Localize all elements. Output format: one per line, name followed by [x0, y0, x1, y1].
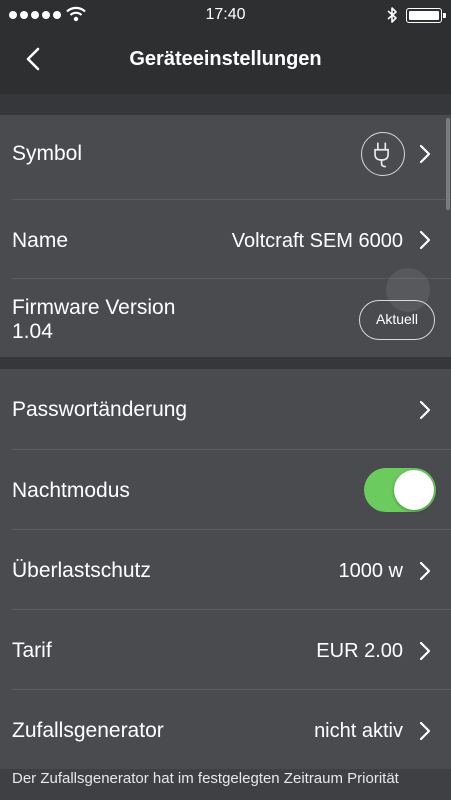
random-generator-value: nicht aktiv — [314, 720, 403, 742]
tariff-row[interactable]: Tarif EUR 2.00 — [0, 610, 451, 690]
symbol-label: Symbol — [12, 142, 83, 165]
page-title: Geräteeinstellungen — [129, 48, 322, 70]
random-generator-footnote: Der Zufallsgenerator hat im festgelegten… — [12, 770, 399, 787]
chevron-right-icon — [419, 230, 431, 250]
night-mode-label: Nachtmodus — [12, 479, 130, 502]
name-row[interactable]: Name Voltcraft SEM 6000 — [0, 200, 451, 278]
tariff-label: Tarif — [12, 639, 52, 662]
chevron-right-icon — [419, 400, 431, 420]
navigation-bar: Geräteeinstellungen — [0, 32, 451, 94]
random-generator-label: Zufallsgenerator — [12, 719, 164, 742]
random-generator-row[interactable]: Zufallsgenerator nicht aktiv — [0, 690, 451, 769]
tariff-value: EUR 2.00 — [316, 640, 403, 662]
password-label: Passwortänderung — [12, 398, 188, 421]
chevron-right-icon — [419, 561, 431, 581]
firmware-update-button[interactable]: Aktuell — [359, 300, 435, 340]
firmware-label: Firmware Version 1.04 — [12, 296, 175, 344]
overload-row[interactable]: Überlastschutz 1000 w — [0, 530, 451, 610]
status-bar: 17:40 — [0, 0, 451, 32]
toggle-knob — [394, 470, 434, 510]
password-row[interactable]: Passwortänderung — [0, 369, 451, 451]
section-gap — [0, 94, 451, 115]
chevron-right-icon — [419, 721, 431, 741]
firmware-label-title: Firmware Version — [12, 296, 176, 319]
overload-label: Überlastschutz — [12, 559, 151, 582]
overload-value: 1000 w — [338, 560, 404, 582]
firmware-version: 1.04 — [12, 320, 53, 343]
battery-icon — [406, 8, 446, 23]
status-time: 17:40 — [205, 6, 246, 23]
night-mode-toggle[interactable] — [364, 468, 436, 512]
section-gap — [0, 357, 451, 369]
bluetooth-icon — [387, 7, 397, 23]
name-label: Name — [12, 229, 69, 252]
chevron-right-icon — [419, 144, 431, 164]
chevron-right-icon — [419, 641, 431, 661]
plug-icon[interactable] — [361, 132, 405, 176]
scrollbar[interactable] — [446, 118, 450, 210]
name-value: Voltcraft SEM 6000 — [231, 230, 403, 252]
